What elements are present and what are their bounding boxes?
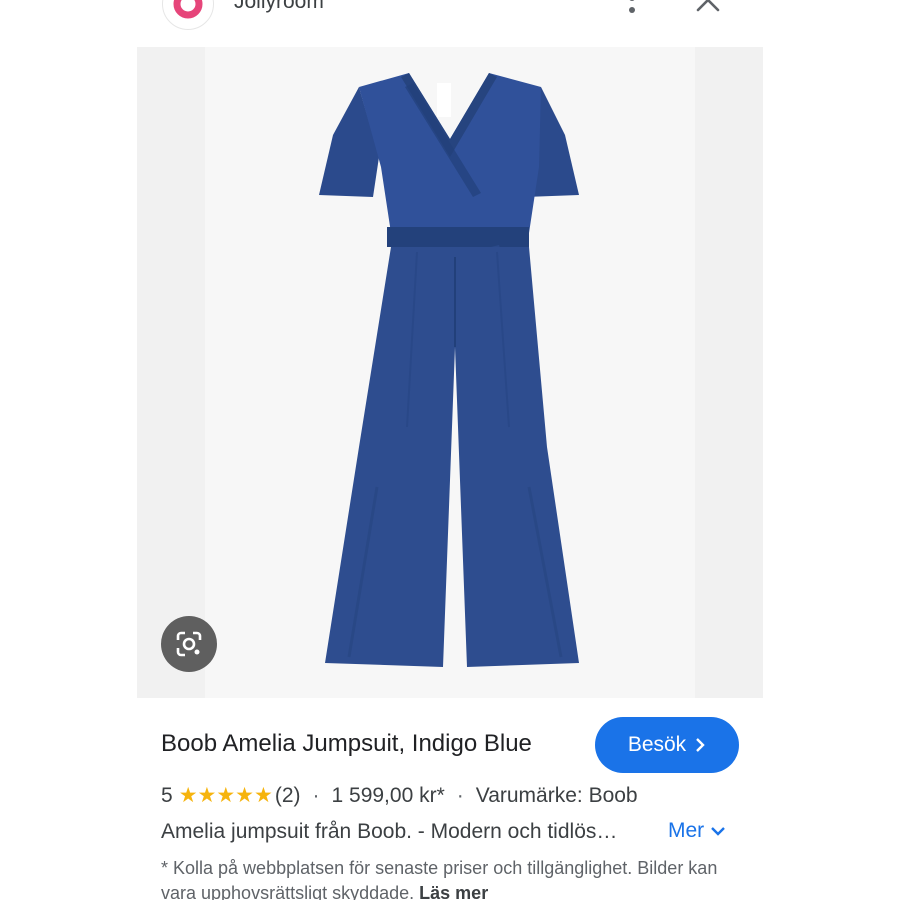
rating-stars-icon: ★★★★★ bbox=[178, 784, 273, 807]
more-vertical-icon[interactable] bbox=[620, 0, 644, 20]
review-count: (2) bbox=[274, 783, 301, 807]
chevron-down-icon bbox=[711, 827, 726, 836]
disclaimer: * Kolla på webbplatsen för senaste prise… bbox=[161, 856, 731, 900]
visit-button[interactable]: Besök bbox=[595, 717, 739, 773]
product-image[interactable] bbox=[137, 47, 763, 698]
price: 1 599,00 kr* bbox=[331, 783, 445, 807]
separator: · bbox=[456, 783, 464, 807]
read-more-link[interactable]: Läs mer bbox=[419, 883, 488, 900]
product-description: Amelia jumpsuit från Boob. - Modern och … bbox=[161, 820, 618, 843]
rating-value: 5 bbox=[161, 783, 173, 807]
image-preview-panel: Jollyroom Boob Amelia Jumpsuit, Indigo B… bbox=[0, 0, 900, 900]
site-name[interactable]: Jollyroom bbox=[234, 0, 324, 14]
jollyroom-logo-icon bbox=[173, 0, 203, 19]
visit-label: Besök bbox=[627, 733, 687, 756]
separator: · bbox=[312, 783, 320, 807]
site-favicon[interactable] bbox=[162, 0, 214, 30]
google-lens-button[interactable] bbox=[161, 616, 217, 672]
preview-header: Jollyroom bbox=[0, 0, 900, 38]
jumpsuit-image bbox=[319, 73, 579, 667]
more-button[interactable]: Mer bbox=[668, 819, 726, 843]
product-meta: 5 ★★★★★ (2) · 1 599,00 kr* · Varumärke: … bbox=[161, 783, 638, 808]
more-label: Mer bbox=[668, 819, 705, 842]
google-lens-icon bbox=[176, 631, 202, 657]
brand: Varumärke: Boob bbox=[475, 783, 638, 807]
chevron-right-icon bbox=[696, 738, 705, 752]
product-title[interactable]: Boob Amelia Jumpsuit, Indigo Blue bbox=[161, 730, 532, 758]
close-icon[interactable] bbox=[692, 0, 724, 16]
